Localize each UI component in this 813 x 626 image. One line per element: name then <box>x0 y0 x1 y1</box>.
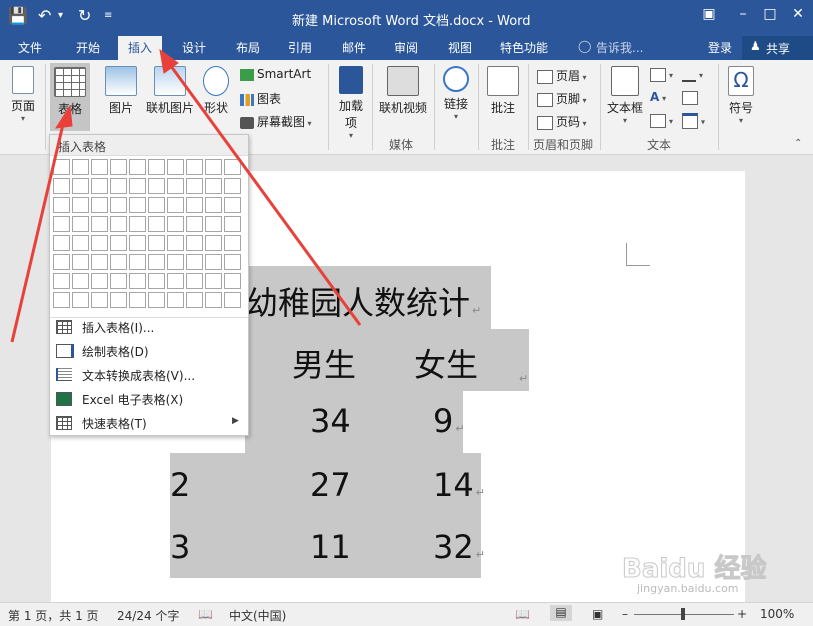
arrow-to-insert-tab <box>166 61 362 326</box>
arrowhead <box>55 104 73 129</box>
arrow-to-table <box>10 119 66 343</box>
annotation-arrows <box>10 48 362 343</box>
